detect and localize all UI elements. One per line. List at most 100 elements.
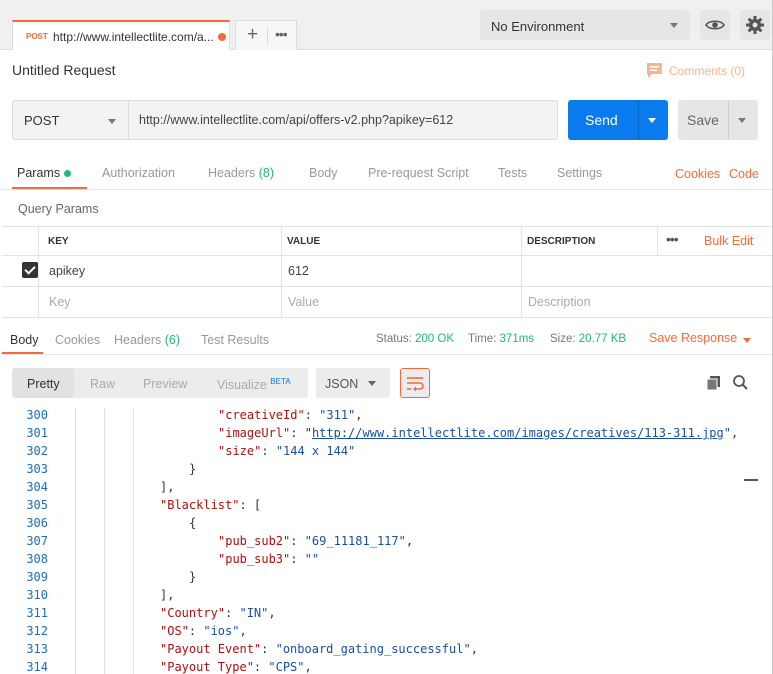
code-token: "CPS" (268, 660, 305, 674)
column-divider (521, 287, 522, 317)
search-icon[interactable] (732, 374, 749, 391)
view-preview-button[interactable]: Preview (143, 377, 187, 391)
table-more-icon[interactable]: ••• (666, 231, 679, 247)
view-visualize-button[interactable]: Visualize BETA (217, 377, 291, 392)
tab-headers[interactable]: Headers (8) (208, 166, 274, 180)
column-divider (521, 256, 522, 286)
param-value-cell[interactable]: 612 (288, 264, 309, 278)
tab-tests[interactable]: Tests (498, 166, 527, 180)
request-title[interactable]: Untitled Request (12, 62, 116, 78)
column-divider (521, 227, 522, 255)
tab-pre-request-script[interactable]: Pre-request Script (368, 166, 469, 180)
code-token: "311" (319, 408, 356, 422)
chevron-down-icon (108, 119, 116, 124)
send-button[interactable]: Send (568, 100, 668, 140)
response-tab-cookies[interactable]: Cookies (55, 333, 100, 347)
code-token: "pub_sub3" (218, 552, 291, 566)
line-number: 303 (26, 462, 48, 476)
param-key-cell[interactable]: apikey (49, 264, 85, 278)
save-options-chevron-icon[interactable] (738, 118, 746, 123)
code-token: "creativeId" (218, 408, 305, 422)
size-label: Size: (550, 333, 576, 345)
line-number: 306 (26, 516, 48, 530)
manage-environments-button[interactable] (740, 10, 770, 40)
divider (0, 354, 773, 355)
line-number: 314 (26, 660, 48, 674)
save-button[interactable]: Save (678, 100, 758, 140)
environment-quick-look-button[interactable] (700, 10, 730, 40)
param-enabled-checkbox[interactable] (22, 262, 38, 278)
chevron-down-icon (670, 23, 678, 28)
view-pretty-label[interactable]: Pretty (27, 377, 60, 391)
code-token: "ios" (203, 624, 240, 638)
new-description-input[interactable]: Description (528, 295, 591, 309)
code-line: "Country": "IN", (160, 606, 276, 620)
tab-body[interactable]: Body (309, 166, 338, 180)
code-token: : (188, 624, 204, 638)
column-divider (281, 256, 282, 286)
line-number: 302 (26, 444, 48, 458)
format-select[interactable]: JSON (316, 368, 390, 398)
url-input[interactable]: http://www.intellectlite.com/api/offers-… (128, 100, 558, 140)
tab-settings[interactable]: Settings (557, 166, 602, 180)
tab-headers-count: (8) (258, 166, 275, 180)
view-raw-button[interactable]: Raw (90, 377, 115, 391)
gear-icon (746, 16, 764, 34)
tab-controls-divider (267, 27, 268, 45)
column-header-value: VALUE (287, 236, 321, 247)
line-number: 300 (26, 408, 48, 422)
code-token: "onboard_gating_successful" (275, 642, 471, 656)
code-url-link[interactable]: http://www.intellectlite.com/images/crea… (312, 426, 724, 440)
column-divider (38, 227, 39, 255)
bulk-edit-link[interactable]: Bulk Edit (704, 234, 753, 248)
save-divider (728, 100, 729, 140)
params-active-dot-icon (64, 170, 71, 177)
tab-controls: + ••• (235, 20, 297, 50)
code-token: "Payout Type" (160, 660, 254, 674)
url-input-value: http://www.intellectlite.com/api/offers-… (139, 113, 454, 127)
code-token: "pub_sub2" (218, 534, 291, 548)
response-tab-headers[interactable]: Headers (6) (114, 333, 180, 347)
code-token: , (355, 408, 363, 422)
scroll-indicator[interactable] (744, 479, 758, 481)
line-number: 305 (26, 498, 48, 512)
code-token: : [ (239, 498, 262, 512)
beta-badge: BETA (270, 377, 291, 386)
code-token: "Blacklist" (160, 498, 240, 512)
environment-select-value: No Environment (491, 19, 585, 34)
status-value: 200 OK (415, 333, 455, 345)
code-link[interactable]: Code (729, 167, 759, 181)
response-body-editor[interactable]: 300 "creativeId": "311", 301 "imageUrl": "h… (0, 408, 773, 674)
code-line: } (189, 570, 196, 584)
tab-url-label: http://www.intellectlite.com/a... (53, 30, 214, 44)
method-select[interactable]: POST (12, 100, 128, 140)
code-token: , (470, 642, 478, 656)
cookies-link[interactable]: Cookies (675, 167, 720, 181)
tab-more-icon[interactable]: ••• (275, 26, 288, 42)
new-tab-plus-icon[interactable]: + (247, 24, 258, 46)
response-tab-headers-count: (6) (164, 333, 181, 347)
copy-icon[interactable] (705, 374, 722, 391)
tab-authorization[interactable]: Authorization (102, 166, 175, 180)
new-value-input[interactable]: Value (288, 295, 319, 309)
wrap-lines-button[interactable] (400, 368, 430, 398)
column-header-key: KEY (48, 236, 69, 247)
response-tab-body[interactable]: Body (10, 333, 39, 347)
chevron-down-icon (368, 381, 376, 386)
save-response-button[interactable]: Save Response (649, 331, 751, 345)
tab-params[interactable]: Params (17, 166, 60, 180)
response-tab-test-results[interactable]: Test Results (201, 333, 269, 347)
environment-select[interactable]: No Environment (480, 10, 690, 40)
indent-guide (104, 408, 105, 674)
line-number: 312 (26, 624, 48, 638)
code-token: "size" (218, 444, 262, 458)
code-line: "Blacklist": [ (160, 498, 261, 512)
code-token: : (290, 534, 305, 548)
send-options-chevron-icon[interactable] (648, 118, 656, 123)
status-label: Status: (376, 333, 412, 345)
request-tab[interactable]: POST http://www.intellectlite.com/a... (12, 20, 230, 50)
new-key-input[interactable]: Key (49, 295, 71, 309)
size-value: 20.77 KB (578, 333, 627, 345)
code-token: : (304, 408, 320, 422)
method-value: POST (24, 113, 60, 128)
